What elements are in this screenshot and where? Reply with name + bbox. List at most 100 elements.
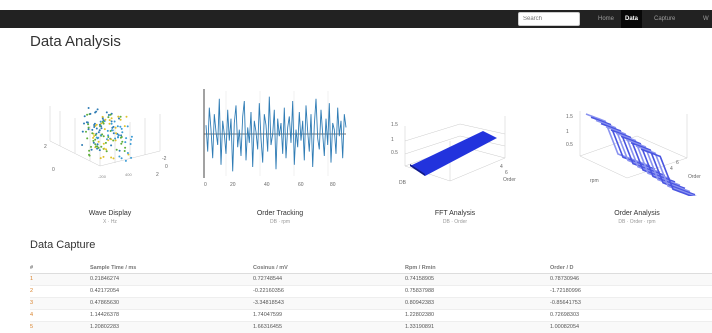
table-row[interactable]: 2 0.42172054 -0.22160356 0.75837988 -1.7… (30, 284, 712, 297)
scatter-point (102, 135, 105, 138)
scatter-point (118, 149, 121, 152)
scatter-point (112, 139, 115, 142)
scatter-point (101, 117, 104, 120)
table-row[interactable]: 4 1.14426378 1.74047599 1.22802380 0.726… (30, 308, 712, 321)
scatter-point (107, 114, 110, 116)
line-x-tick: 80 (330, 182, 336, 188)
table-header[interactable]: Rpm / Rmin (405, 263, 550, 274)
scatter-point (95, 136, 98, 139)
order-z-label: 0.5 (566, 142, 573, 148)
fft-z-label: 0.5 (391, 150, 398, 156)
scatter-point (121, 131, 124, 134)
waterfall-line (625, 138, 691, 193)
scatter-point (107, 136, 110, 138)
fft-y-label: Order (503, 177, 516, 183)
waterfall-line (600, 122, 666, 177)
scatter-point (90, 145, 92, 148)
nav-item-home[interactable]: Home (598, 10, 614, 28)
table-cell: 1.14426378 (90, 308, 253, 321)
scatter-y-label: -2 (162, 156, 167, 162)
nav-item-data[interactable]: Data (621, 10, 643, 28)
table-cell: 1.74047599 (253, 308, 405, 321)
scatter-point (92, 139, 95, 142)
line-x-tick: 20 (230, 182, 236, 188)
scatter-point (97, 146, 100, 149)
table-row[interactable]: 1 0.21846274 0.72748544 0.74158905 0.787… (30, 272, 712, 285)
scatter-point (83, 115, 86, 118)
top-navbar: Home Data Capture W (0, 10, 712, 28)
table-row[interactable]: 3 0.47865630 -3.34818543 0.80942383 -0.8… (30, 296, 712, 309)
scatter-point (107, 116, 110, 119)
scatter-point (112, 132, 115, 135)
scatter-point (121, 140, 124, 143)
chart-caption-order-tracking: Order Tracking (256, 210, 304, 217)
order-analysis-chart[interactable]: 1.5 1 0.5 rpm 4 6 Order (552, 86, 712, 196)
nav-item-capture[interactable]: Capture (654, 10, 675, 28)
scatter-point (112, 157, 115, 160)
fft-analysis-chart[interactable]: 1.5 1 0.5 DB 4 6 Order (385, 86, 525, 196)
line-x-tick: 40 (264, 182, 270, 188)
scatter-point (85, 130, 87, 133)
scatter-point (130, 135, 133, 138)
table-cell: 0.74158905 (405, 272, 550, 285)
order-tracking-chart[interactable]: 0 20 40 60 80 (200, 86, 350, 196)
scatter-point (90, 148, 93, 151)
scatter-point (118, 155, 121, 158)
scatter-point (89, 112, 92, 115)
scatter-point (110, 144, 113, 147)
table-header[interactable]: Order / D (550, 263, 712, 274)
scatter-point (110, 138, 113, 141)
scatter-x-label: -200 (98, 174, 107, 179)
table-cell: 1.20802283 (90, 320, 253, 333)
scatter-point (120, 127, 123, 130)
scatter-point (104, 141, 107, 144)
table-cell: -0.22160356 (253, 284, 405, 297)
order-z-label: 1.5 (566, 114, 573, 120)
scatter-point (109, 130, 112, 132)
order-x-label: rpm (590, 178, 599, 184)
order-z-label: 1 (566, 129, 569, 135)
table-header[interactable]: Sample Time / ms (90, 263, 253, 274)
table-cell: 1.22802380 (405, 308, 550, 321)
scatter-point (116, 125, 119, 128)
scatter-x-label: 400 (125, 172, 132, 177)
scatter-point (120, 142, 123, 145)
scatter-point (87, 123, 90, 126)
scatter-point (99, 157, 102, 160)
scatter-point (117, 136, 119, 139)
scatter-point (112, 125, 115, 128)
scatter-point (110, 156, 113, 159)
chart-caption-fft: FFT Analysis (434, 210, 476, 217)
scatter-point (106, 129, 109, 132)
order-x-label: 6 (676, 160, 679, 166)
nav-item-w[interactable]: W (703, 10, 709, 28)
table-header[interactable]: # (30, 263, 90, 274)
scatter-point (91, 128, 94, 131)
scatter-y-label: 2 (156, 172, 159, 178)
scatter-point (95, 123, 98, 126)
data-capture-table: # Sample Time / ms Cosinus / mV Rpm / Rm… (30, 263, 712, 333)
scatter-point (98, 123, 101, 126)
waterfall-line (630, 142, 696, 196)
table-row[interactable]: 5 1.20802283 1.66316455 1.33190891 1.000… (30, 320, 712, 333)
scatter-point (126, 125, 129, 128)
scatter-point (130, 156, 133, 159)
table-cell: 0.80942383 (405, 296, 550, 309)
scatter-point (96, 143, 99, 146)
page-title: Data Analysis (30, 33, 121, 50)
scatter-point (86, 121, 89, 124)
wave-display-chart[interactable]: 2 0 -200 400 -2 0 2 (30, 86, 190, 196)
scatter-point (119, 125, 122, 128)
search-input[interactable] (518, 12, 580, 26)
table-header[interactable]: Cosinus / mV (253, 263, 405, 274)
scatter-point (108, 119, 111, 122)
scatter-point (88, 149, 91, 152)
scatter-point (96, 108, 99, 111)
table-cell: 1 (30, 272, 90, 285)
table-header-row: # Sample Time / ms Cosinus / mV Rpm / Rm… (30, 263, 712, 274)
chart-caption-order-analysis: Order Analysis (614, 210, 660, 217)
table-cell: -0.85641753 (550, 296, 712, 309)
order-x-label: 4 (670, 166, 673, 172)
scatter-point (87, 128, 90, 131)
scatter-point (87, 126, 90, 129)
